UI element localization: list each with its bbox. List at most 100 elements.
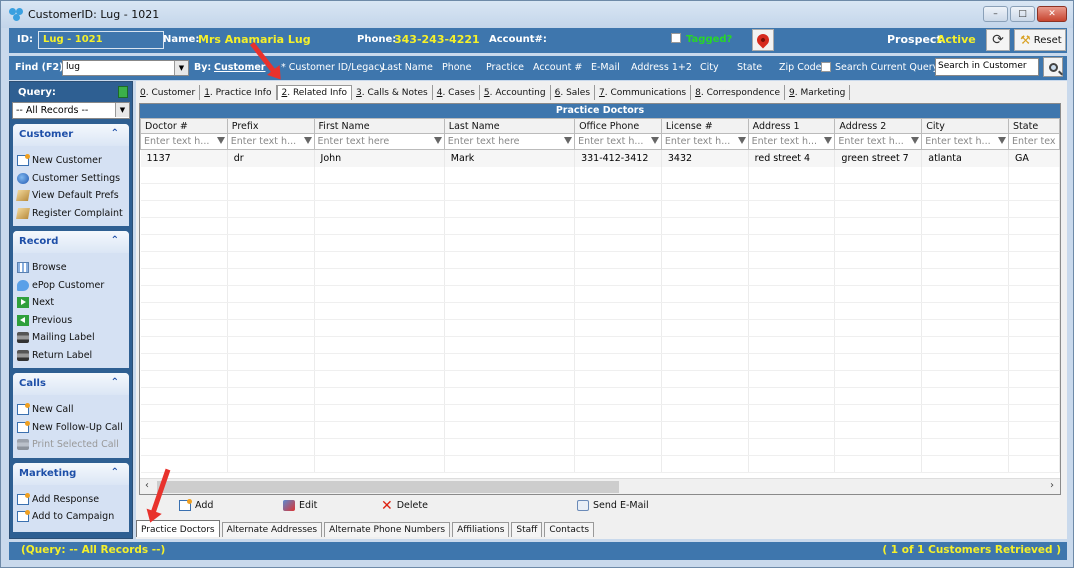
col-address-1[interactable]: Address 1 [747,118,836,134]
filter-city[interactable]: Enter text h... [921,133,1010,150]
refresh-query-icon[interactable] [118,86,128,98]
sidebar-item-view-default-prefs[interactable]: View Default Prefs [16,187,129,205]
sidebar-item-customer-settings[interactable]: Customer Settings [17,170,129,188]
close-button[interactable]: ✕ [1037,6,1067,22]
sidebar-item-new-call[interactable]: New Call [17,401,129,419]
tab-communications[interactable]: 7. Communications [595,85,692,100]
cell-last-name[interactable]: Mark [444,149,576,167]
collapse-icon[interactable]: ⌃ [111,235,119,246]
refresh-button[interactable]: ⟳ [986,29,1010,51]
scroll-left-icon[interactable]: ‹ [145,480,149,491]
col-first-name[interactable]: First Name [313,118,445,134]
sidebar-item-next[interactable]: Next [17,294,129,312]
cell-doctor-number[interactable]: 1137 [140,149,228,167]
sidebar-item-add-to-campaign[interactable]: Add to Campaign [17,508,129,526]
group-header-marketing[interactable]: Marketing ⌃ [13,462,129,485]
by-value[interactable]: Customer [214,62,266,73]
reset-button[interactable]: ⚒ Reset [1014,29,1066,51]
tab-accounting[interactable]: 5. Accounting [480,85,551,100]
sidebar-item-register-complaint[interactable]: Register Complaint [16,205,129,223]
sidebar-item-epop-customer[interactable]: ePop Customer [17,277,129,295]
col-doctor-number[interactable]: Doctor # [140,118,228,134]
field-phone[interactable]: Phone [442,62,471,73]
field-customer-id[interactable]: * Customer ID/Legacy [281,62,385,73]
filter-icon[interactable] [303,137,312,144]
field-address[interactable]: Address 1+2 [631,62,692,73]
cell-first-name[interactable]: John [314,149,445,167]
collapse-icon[interactable]: ⌃ [111,128,119,139]
tab-sales[interactable]: 6. Sales [551,85,596,100]
tab-correspondence[interactable]: 8. Correspondence [691,85,786,100]
map-location-button[interactable] [752,29,774,51]
field-email[interactable]: E-Mail [591,62,620,73]
filter-first-name[interactable]: Enter text here [313,133,445,150]
filter-icon[interactable] [216,137,225,144]
col-office-phone[interactable]: Office Phone [574,118,662,134]
cell-office-phone[interactable]: 331-412-3412 [574,149,662,167]
group-header-record[interactable]: Record ⌃ [13,231,129,253]
filter-icon[interactable] [824,137,833,144]
filter-icon[interactable] [737,137,746,144]
sidebar-item-browse[interactable]: Browse [17,259,129,277]
filter-address-2[interactable]: Enter text h... [834,133,923,150]
cell-license-number[interactable]: 3432 [661,149,749,167]
field-city[interactable]: City [700,62,719,73]
collapse-icon[interactable]: ⌃ [111,377,119,388]
filter-office-phone[interactable]: Enter text h... [574,133,662,150]
search-button[interactable] [1043,57,1063,77]
table-row[interactable]: 1137 dr John Mark 331-412-3412 3432 red … [140,149,1060,167]
col-prefix[interactable]: Prefix [226,118,315,134]
cell-address-1[interactable]: red street 4 [748,149,836,167]
tab-cases[interactable]: 4. Cases [433,85,480,100]
filter-doctor-number[interactable]: Enter text h... [140,133,228,150]
cell-state[interactable]: GA [1008,149,1060,167]
sidebar-item-new-follow-up-call[interactable]: New Follow-Up Call [17,419,129,437]
col-license-number[interactable]: License # [660,118,749,134]
cell-city[interactable]: atlanta [921,149,1010,167]
find-combobox[interactable]: lug ▼ [62,60,189,76]
filter-icon[interactable] [650,137,659,144]
filter-icon[interactable] [433,137,442,144]
col-last-name[interactable]: Last Name [443,118,576,134]
col-address-2[interactable]: Address 2 [834,118,923,134]
tab-practice-doctors[interactable]: Practice Doctors [136,520,220,537]
col-city[interactable]: City [921,118,1010,134]
field-practice[interactable]: Practice [486,62,524,73]
send-email-button[interactable]: Send E-Mail [577,500,649,511]
tab-customer[interactable]: 0. Customer [136,85,201,100]
tab-alternate-phone-numbers[interactable]: Alternate Phone Numbers [324,522,451,537]
field-account[interactable]: Account # [533,62,582,73]
delete-button[interactable]: ✕ Delete [381,499,428,513]
cell-address-2[interactable]: green street 7 [834,149,923,167]
tab-related-info[interactable]: 2. Related Info [276,85,353,100]
sidebar-item-add-response[interactable]: Add Response [17,491,129,509]
cell-prefix[interactable]: dr [227,149,315,167]
tab-affiliations[interactable]: Affiliations [452,522,510,537]
filter-license-number[interactable]: Enter text h... [660,133,749,150]
tab-contacts[interactable]: Contacts [544,522,595,537]
maximize-button[interactable]: □ [1010,6,1035,22]
field-state[interactable]: State [737,62,762,73]
collapse-icon[interactable]: ⌃ [111,467,119,478]
horizontal-scrollbar[interactable]: ‹ › [140,478,1060,494]
sidebar-item-previous[interactable]: Previous [17,312,129,330]
tab-marketing[interactable]: 9. Marketing [785,85,851,100]
id-field[interactable]: Lug - 1021 [38,31,164,49]
sidebar-item-mailing-label[interactable]: Mailing Label [17,329,129,347]
sidebar-item-return-label[interactable]: Return Label [17,347,129,365]
filter-icon[interactable] [911,137,920,144]
tab-practice-info[interactable]: 1. Practice Info [200,85,277,100]
filter-last-name[interactable]: Enter text here [443,133,576,150]
filter-prefix[interactable]: Enter text h... [226,133,315,150]
scrollbar-thumb[interactable] [157,481,619,493]
col-state[interactable]: State [1008,118,1060,134]
tab-staff[interactable]: Staff [511,522,543,537]
query-select[interactable]: -- All Records -- ▼ [12,102,130,119]
filter-icon[interactable] [998,137,1007,144]
filter-state[interactable]: Enter tex [1008,133,1060,150]
filter-icon[interactable] [564,137,573,144]
dropdown-arrow-icon[interactable]: ▼ [115,103,129,117]
scroll-right-icon[interactable]: › [1050,480,1054,491]
minimize-button[interactable]: – [983,6,1008,22]
filter-address-1[interactable]: Enter text h... [747,133,836,150]
